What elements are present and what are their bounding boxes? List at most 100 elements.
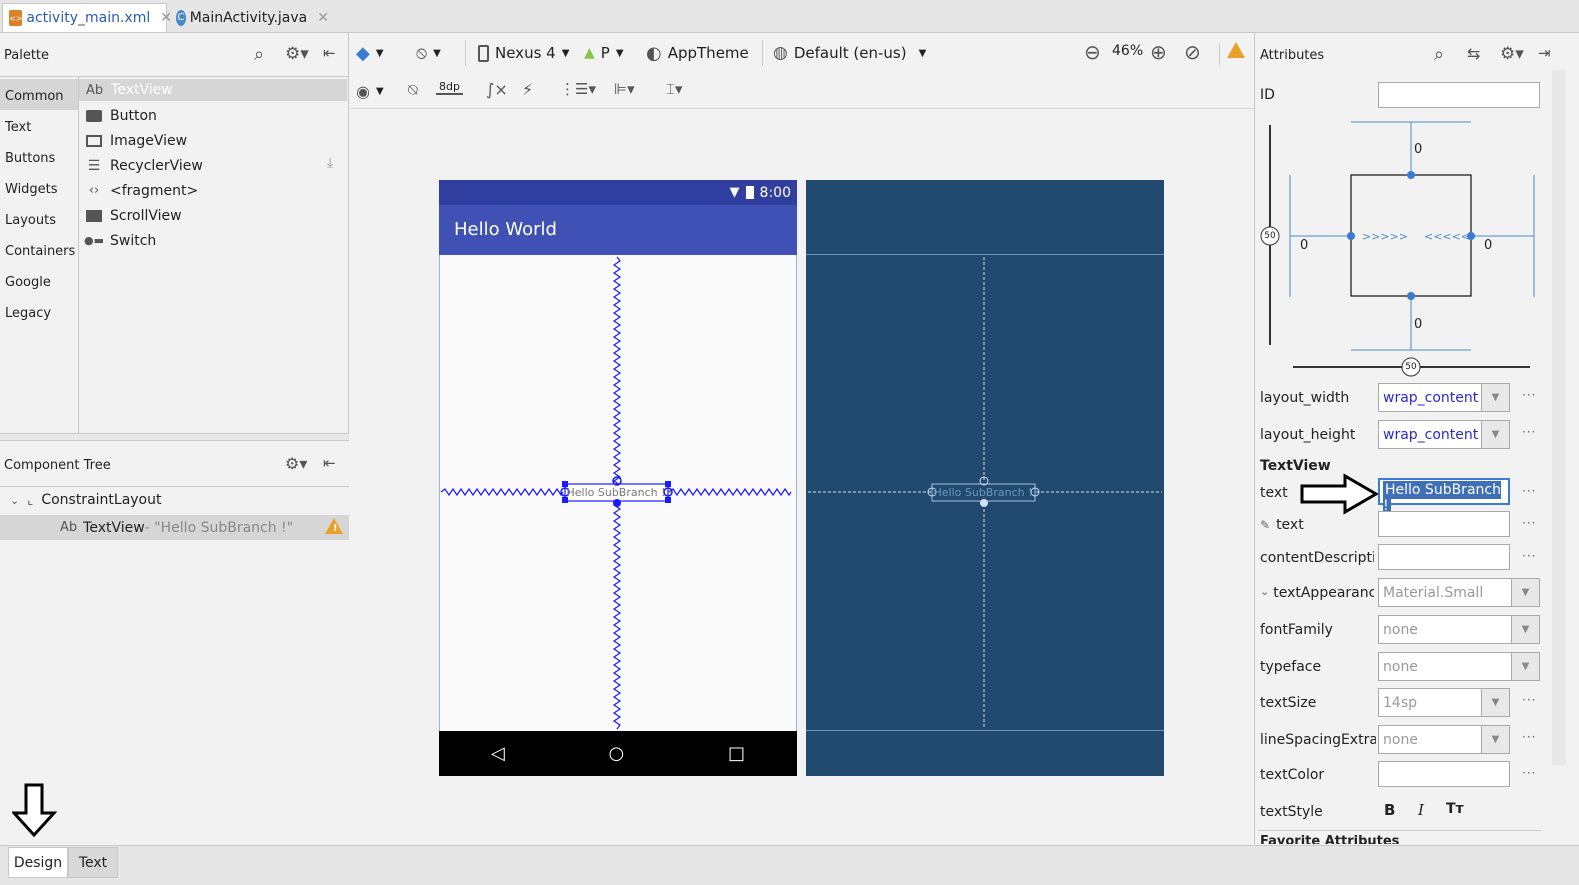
- margin-right-value[interactable]: 0: [1484, 238, 1492, 253]
- tree-item-textview[interactable]: Ab TextView - "Hello SubBranch !": [0, 515, 349, 540]
- design-surface-button[interactable]: ◆ ▼: [356, 40, 384, 66]
- more-button[interactable]: ···: [1522, 516, 1536, 530]
- palette-item-fragment[interactable]: ‹› <fragment>: [86, 178, 198, 203]
- palette-item-label: TextView: [111, 82, 173, 98]
- palette-category-layouts[interactable]: Layouts: [0, 203, 78, 234]
- api-label: P: [600, 44, 610, 62]
- palette-category-legacy[interactable]: Legacy: [0, 296, 78, 327]
- gear-icon[interactable]: ⚙▾: [1500, 44, 1524, 64]
- svg-text:<<<<<: <<<<<: [1424, 230, 1470, 243]
- palette-item-recyclerview[interactable]: ☰ RecyclerView: [86, 153, 203, 178]
- layout-width-select[interactable]: wrap_content ▼: [1378, 383, 1510, 412]
- align-icon[interactable]: ⊫▾: [614, 80, 635, 98]
- palette-item-imageview[interactable]: ImageView: [86, 128, 187, 153]
- bold-toggle[interactable]: B: [1384, 801, 1395, 819]
- palette-item-button[interactable]: Button: [86, 103, 157, 128]
- text-appearance-select[interactable]: Material.Small ▼: [1378, 578, 1540, 607]
- download-icon[interactable]: ⤓: [327, 155, 333, 171]
- search-icon[interactable]: ⌕: [1434, 44, 1444, 65]
- orientation-button[interactable]: ⦸ ▼: [416, 40, 441, 66]
- clear-constraints-icon[interactable]: ∫×: [486, 80, 508, 99]
- splitter[interactable]: [0, 433, 349, 441]
- api-dropdown[interactable]: ▲ P ▼: [584, 40, 624, 66]
- pack-icon[interactable]: ⋮☰▾: [560, 80, 596, 98]
- java-class-icon: C: [176, 9, 186, 26]
- collapse-panel-icon[interactable]: ⇤: [323, 454, 336, 472]
- tree-item-constraintlayout[interactable]: ⌄ ⌞ ConstraintLayout: [10, 492, 162, 508]
- guidelines-icon[interactable]: ⌶▾: [666, 80, 683, 98]
- device-dropdown[interactable]: Nexus 4 ▼: [478, 40, 569, 66]
- margin-top-value[interactable]: 0: [1414, 142, 1422, 157]
- more-button[interactable]: ···: [1522, 425, 1536, 439]
- more-button[interactable]: ···: [1522, 484, 1536, 498]
- battery-icon: [745, 186, 754, 199]
- tab-main-activity[interactable]: C MainActivity.java ✕: [170, 3, 335, 32]
- typeface-label: typeface: [1260, 659, 1322, 675]
- theme-icon: ◐: [646, 42, 662, 64]
- tab-label: activity_main.xml: [26, 10, 151, 26]
- default-margin-button[interactable]: 8dp: [436, 80, 463, 95]
- line-spacing-select[interactable]: none ▼: [1378, 725, 1510, 754]
- close-icon[interactable]: ✕: [317, 10, 329, 26]
- palette-item-textview[interactable]: Ab TextView: [79, 79, 347, 101]
- warning-icon[interactable]: [1227, 42, 1245, 58]
- back-icon[interactable]: ◁: [491, 743, 505, 764]
- text-field[interactable]: Hello SubBranch !: [1378, 478, 1510, 515]
- more-button[interactable]: ···: [1522, 388, 1536, 402]
- constraint-layout-icon: ⌞: [27, 492, 34, 508]
- recents-icon[interactable]: □: [728, 743, 745, 764]
- horizontal-bias-slider[interactable]: 50: [1403, 362, 1419, 372]
- locale-dropdown[interactable]: ◍ Default (en-us) ▼: [773, 40, 926, 66]
- tab-design[interactable]: Design: [8, 847, 68, 878]
- zoom-fit-icon[interactable]: ⊘: [1184, 40, 1201, 64]
- search-icon[interactable]: ⌕: [254, 44, 264, 65]
- hide-panel-icon[interactable]: ⇥: [1538, 44, 1551, 62]
- tab-text[interactable]: Text: [68, 847, 118, 878]
- palette-category-common[interactable]: Common: [0, 79, 78, 110]
- content-description-label: contentDescriptic: [1260, 550, 1374, 566]
- text-size-select[interactable]: 14sp ▼: [1378, 688, 1510, 717]
- scrollbar[interactable]: [1552, 70, 1566, 765]
- gear-icon[interactable]: ⚙▾: [285, 44, 309, 64]
- margin-bottom-value[interactable]: 0: [1414, 317, 1422, 332]
- gear-icon[interactable]: ⚙▾: [285, 454, 307, 473]
- font-family-select[interactable]: none ▼: [1378, 615, 1540, 644]
- layout-height-select[interactable]: wrap_content ▼: [1378, 420, 1510, 449]
- margin-left-value[interactable]: 0: [1300, 238, 1308, 253]
- palette-category-google[interactable]: Google: [0, 265, 78, 296]
- typeface-select[interactable]: none ▼: [1378, 652, 1540, 681]
- view-options-button[interactable]: ◉ ▼: [356, 78, 384, 104]
- bottom-tab-bar: [0, 845, 1579, 885]
- palette-category-containers[interactable]: Containers: [0, 234, 78, 265]
- palette-category-text[interactable]: Text: [0, 110, 78, 141]
- phone-icon: [478, 44, 489, 62]
- swap-view-icon[interactable]: ⇆: [1467, 44, 1480, 63]
- tools-text-field[interactable]: [1378, 511, 1510, 537]
- palette-category-buttons[interactable]: Buttons: [0, 141, 78, 172]
- tab-activity-main[interactable]: <> activity_main.xml ✕: [2, 3, 172, 32]
- italic-toggle[interactable]: I: [1418, 801, 1424, 819]
- more-button[interactable]: ···: [1522, 730, 1536, 744]
- home-icon[interactable]: ○: [609, 743, 625, 764]
- blueprint-textview[interactable]: Hello SubBranch !: [933, 486, 1033, 499]
- magic-wand-icon[interactable]: ⚡: [522, 80, 533, 99]
- palette-item-switch[interactable]: ●▬ Switch: [84, 228, 156, 253]
- id-field[interactable]: [1378, 82, 1540, 108]
- theme-button[interactable]: ◐ AppTheme: [646, 40, 749, 66]
- more-button[interactable]: ···: [1522, 766, 1536, 780]
- more-button[interactable]: ···: [1522, 693, 1536, 707]
- palette-item-scrollview[interactable]: ScrollView: [86, 203, 182, 228]
- zoom-out-icon[interactable]: ⊖: [1084, 40, 1101, 64]
- text-appearance-row[interactable]: ⌄ textAppearanc: [1260, 585, 1374, 601]
- text-color-field[interactable]: [1378, 761, 1510, 787]
- tree-item-label: ConstraintLayout: [41, 492, 162, 508]
- autoconnect-icon[interactable]: ⍉: [408, 80, 418, 100]
- palette-category-widgets[interactable]: Widgets: [0, 172, 78, 203]
- vertical-bias-slider[interactable]: 50: [1262, 231, 1278, 241]
- all-caps-toggle[interactable]: Tт: [1446, 801, 1464, 817]
- collapse-panel-icon[interactable]: ⇤: [323, 44, 336, 62]
- content-description-field[interactable]: [1378, 544, 1510, 570]
- textview-widget[interactable]: Hello SubBranch !: [566, 486, 666, 499]
- zoom-in-icon[interactable]: ⊕: [1150, 40, 1167, 64]
- more-button[interactable]: ···: [1522, 549, 1536, 563]
